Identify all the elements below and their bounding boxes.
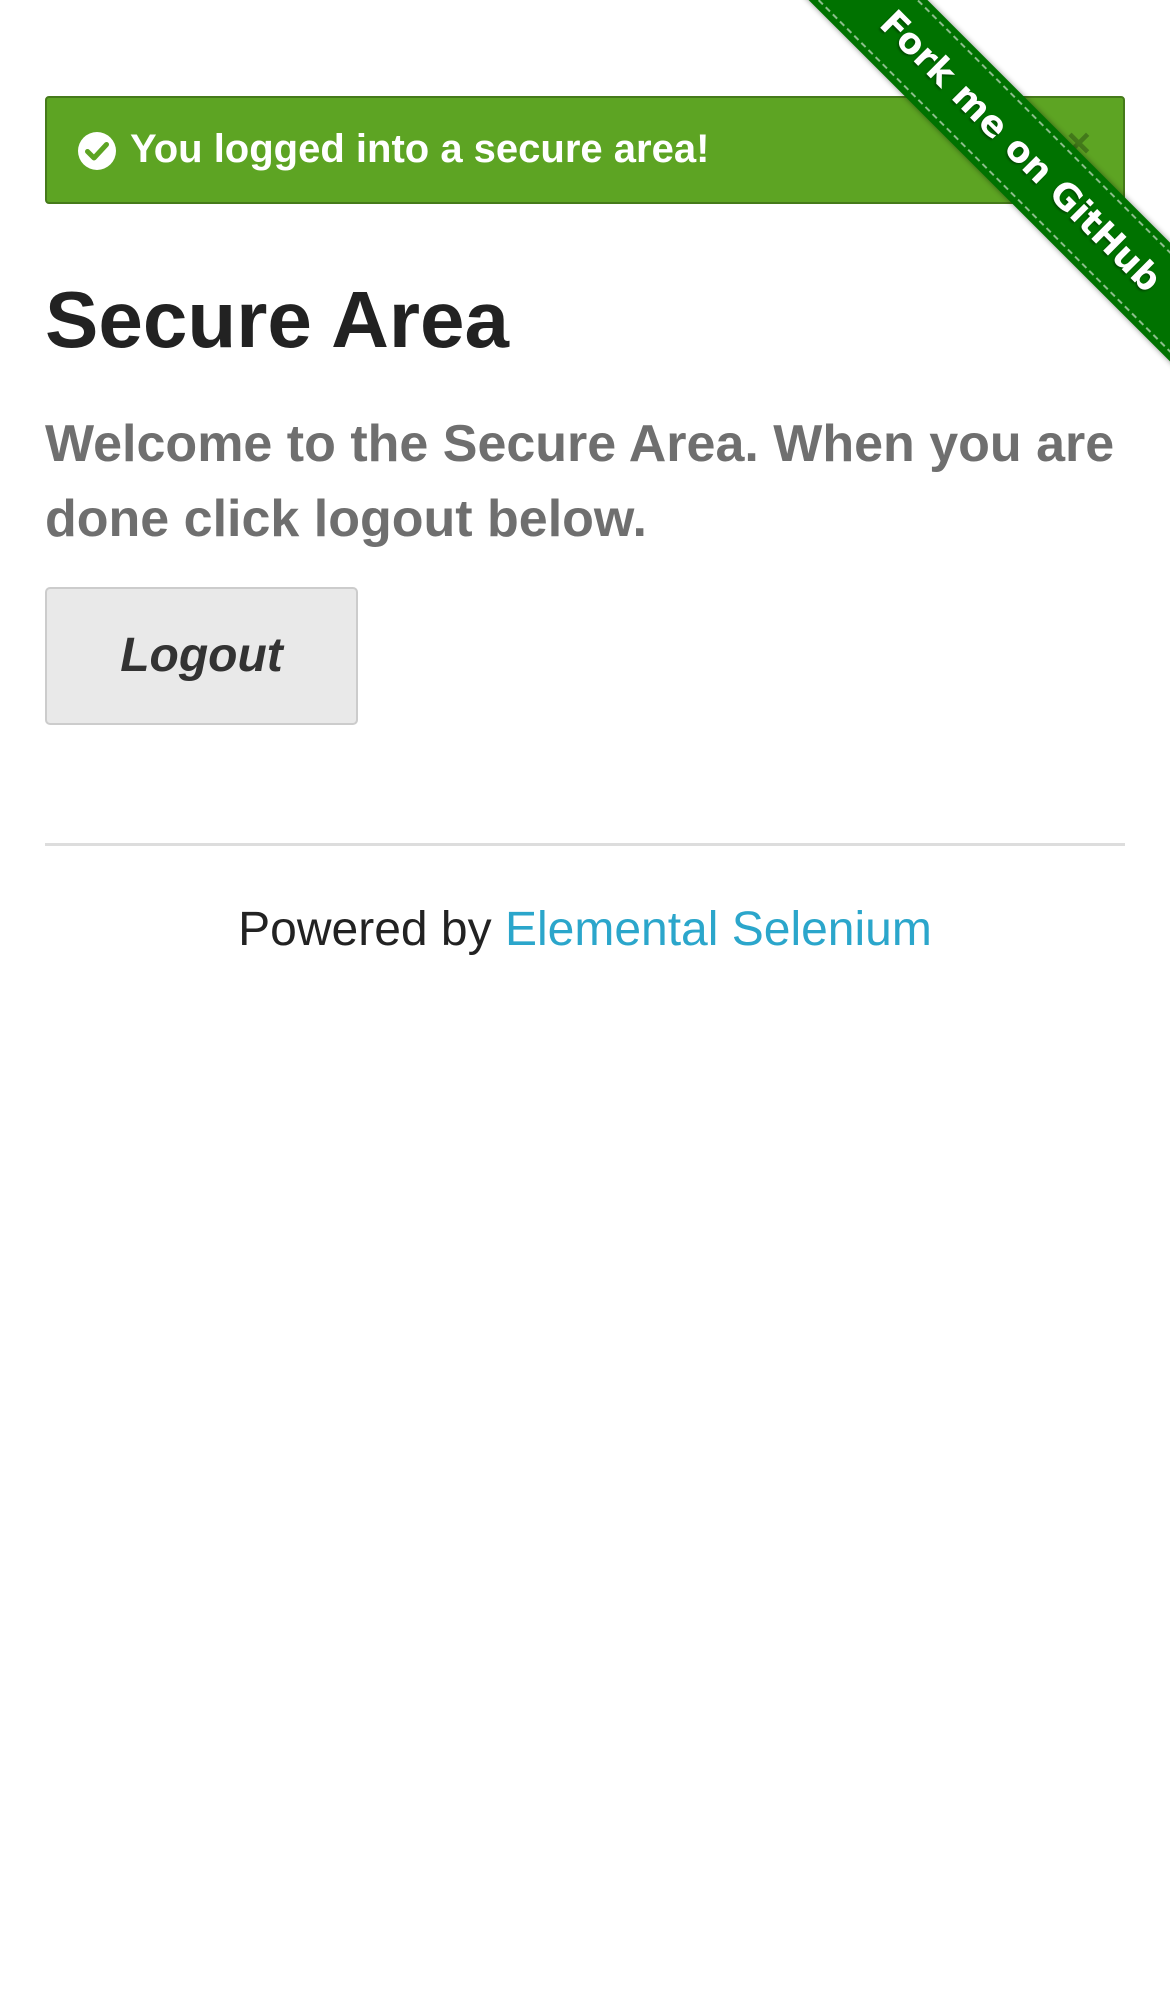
github-ribbon-container: Fork me on GitHub <box>750 0 1170 420</box>
welcome-subheader: Welcome to the Secure Area. When you are… <box>45 415 1115 548</box>
footer-prefix-text: Powered by <box>238 903 505 956</box>
logout-button[interactable]: Logout <box>45 587 358 725</box>
footer: Powered by Elemental Selenium <box>45 900 1125 960</box>
elemental-selenium-link[interactable]: Elemental Selenium <box>505 903 932 956</box>
page-title: Secure Area <box>45 275 509 364</box>
footer-divider <box>45 843 1125 846</box>
flash-message-text: You logged into a secure area! <box>130 127 710 171</box>
check-circle-icon <box>77 131 117 171</box>
